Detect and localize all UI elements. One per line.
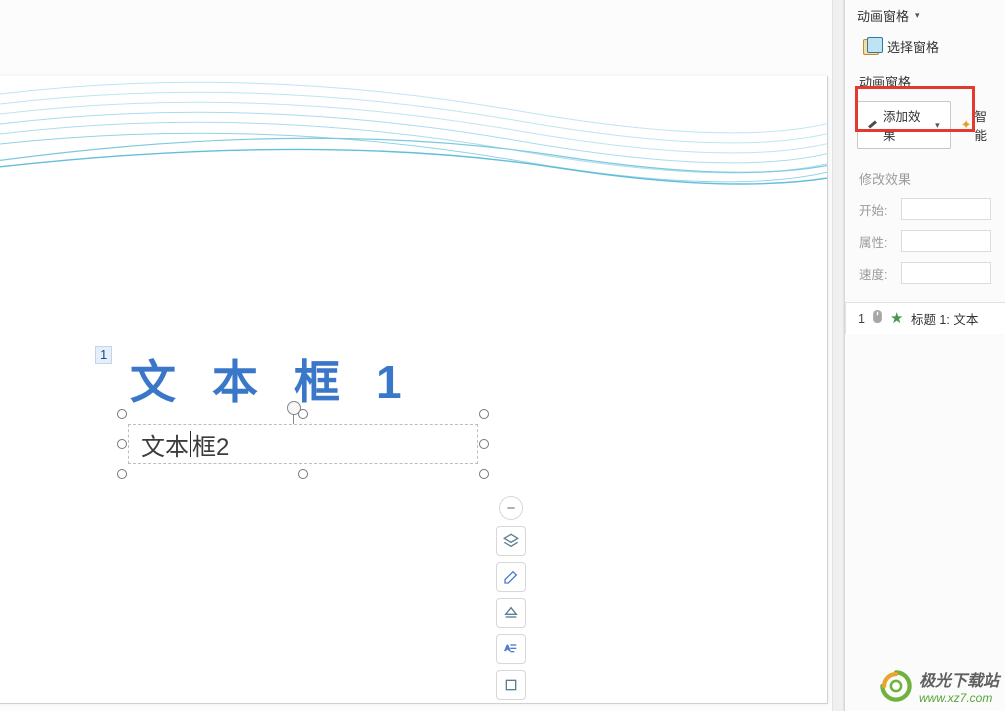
modify-effect-section: 修改效果 开始: 属性: 速度:: [845, 155, 1005, 284]
attribute-label: 属性:: [859, 232, 893, 251]
floating-shape-toolbar: − A •••: [496, 496, 528, 704]
resize-handle-e[interactable]: [479, 439, 489, 449]
fly-effect-icon: ★: [890, 312, 904, 326]
text-caret: [190, 431, 191, 457]
animation-list-item[interactable]: 1 ★ 标题 1: 文本: [845, 302, 1005, 334]
select-pane-label: 选择窗格: [887, 37, 939, 56]
pane-subtitle: 动画窗格: [845, 60, 1005, 97]
smart-label: 智能: [975, 106, 998, 144]
resize-handle-w[interactable]: [117, 439, 127, 449]
animation-order: 1: [858, 312, 865, 326]
vertical-scrollbar[interactable]: [832, 0, 844, 711]
resize-handle-s[interactable]: [298, 469, 308, 479]
start-label: 开始:: [859, 200, 893, 219]
pencil-icon: [868, 119, 879, 131]
collapse-toolbar-button[interactable]: −: [499, 496, 523, 520]
speed-select[interactable]: [901, 262, 991, 284]
modify-effect-title: 修改效果: [859, 169, 991, 188]
textbox-text-before: 文本: [141, 427, 189, 462]
add-effect-label: 添加效果: [883, 106, 929, 144]
workspace: 1 文本框1 文本 框2 −: [0, 0, 840, 711]
resize-handle-ne[interactable]: [479, 409, 489, 419]
title-text: 文本框1: [130, 346, 490, 412]
select-pane-button[interactable]: 选择窗格: [845, 31, 1005, 60]
textbox-text-after: 框2: [192, 427, 229, 462]
fill-icon[interactable]: [496, 598, 526, 628]
textbox-editable-area[interactable]: 文本 框2: [128, 424, 478, 464]
star-icon: ✦: [961, 117, 972, 133]
resize-handle-n[interactable]: [298, 409, 308, 419]
resize-handle-nw[interactable]: [117, 409, 127, 419]
resize-handle-sw[interactable]: [117, 469, 127, 479]
resize-handle-se[interactable]: [479, 469, 489, 479]
svg-text:A: A: [505, 643, 510, 652]
slide-canvas[interactable]: 1 文本框1 文本 框2 −: [0, 76, 828, 704]
animation-order-tag[interactable]: 1: [95, 346, 112, 364]
chevron-down-icon: ▾: [935, 120, 940, 131]
speed-label: 速度:: [859, 264, 893, 283]
start-select[interactable]: [901, 198, 991, 220]
layers-icon[interactable]: [496, 526, 526, 556]
resize-frame-icon[interactable]: [496, 670, 526, 700]
smart-animation-button[interactable]: ✦ 智能: [961, 106, 997, 144]
pane-title: 动画窗格: [857, 6, 909, 25]
attribute-select[interactable]: [901, 230, 991, 252]
text-format-icon[interactable]: A: [496, 634, 526, 664]
animation-pane: 动画窗格 ▾ 选择窗格 动画窗格 添加效果 ▾ ✦ 智能 修改效果 开始: 属性…: [844, 0, 1005, 711]
add-effect-button[interactable]: 添加效果 ▾: [857, 101, 951, 149]
chevron-down-icon: ▾: [915, 10, 920, 21]
selection-pane-icon: [863, 39, 879, 55]
textbox-selected[interactable]: 文本 框2: [122, 414, 484, 474]
title-placeholder[interactable]: 文本框1: [130, 346, 490, 412]
mouse-trigger-icon: [872, 310, 883, 327]
pane-title-dropdown[interactable]: 动画窗格 ▾: [845, 0, 1005, 31]
brush-icon[interactable]: [496, 562, 526, 592]
wave-background: [0, 76, 827, 186]
animation-target-label: 标题 1: 文本: [911, 309, 978, 328]
